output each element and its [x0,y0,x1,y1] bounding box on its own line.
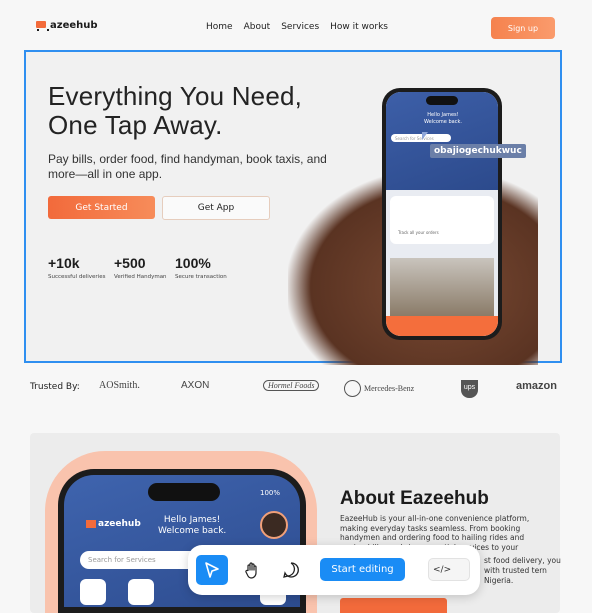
about-phone-logo: azeehub [86,519,141,529]
pointer-icon [205,562,219,578]
phone-greeting-title: Hello James! [427,112,459,118]
editor-toolbar: Start editing </> [188,545,480,595]
brand-hormel: Hormel Foods [263,380,320,391]
brand-mercedes-text: Mercedes-Benz [364,384,415,393]
phone-notch [426,96,458,105]
hero-title-line2: One Tap Away. [48,110,223,140]
nav-how-it-works[interactable]: How it works [330,22,388,32]
brand-mercedes: Mercedes-Benz [344,380,414,397]
service-tile-handyman [80,579,106,605]
phone-bottom-nav [386,316,498,336]
trusted-by-label: Trusted By: [30,382,80,392]
hero-section[interactable]: Everything You Need, One Tap Away. Pay b… [24,50,562,365]
stat-label: Secure transaction [175,274,227,280]
service-tile-delivery [128,579,154,605]
phone-track-text: Track all your orders [398,230,439,235]
hero-phone-mockup: Hello James! Welcome back. Search for Se… [382,88,502,340]
nav-about[interactable]: About [244,22,271,32]
phone-orders-card: Track all your orders [390,196,494,244]
stat-handyman: +500 Verified Handyman [114,255,167,280]
mercedes-star-icon [344,380,361,397]
brand-logo[interactable]: azeehub [34,18,98,32]
brand-axon: AXON [181,380,210,391]
phone-screen: Hello James! Welcome back. Search for Se… [386,92,498,336]
navbar: azeehub Home About Services How it works… [0,0,592,52]
hero-title-line1: Everything You Need, [48,81,303,111]
phone-greeting: Hello James! Welcome back. [424,112,462,126]
nav-links: Home About Services How it works [206,22,388,32]
about-greeting-sub: Welcome back. [158,526,227,536]
about-phone-logo-text: azeehub [98,519,141,529]
phone-delivery-photo [390,258,494,316]
get-app-button[interactable]: Get App [162,196,270,220]
nav-home[interactable]: Home [206,22,233,32]
hand-icon [245,562,257,579]
stat-value: +500 [114,255,146,271]
nav-services[interactable]: Services [281,22,319,32]
about-title: About Eazeehub [340,488,489,509]
stat-value: 100% [175,255,211,271]
hero-title: Everything You Need, One Tap Away. [48,82,302,140]
hand-tool-button[interactable] [243,561,259,579]
get-started-button[interactable]: Get Started [48,196,155,219]
signup-button[interactable]: Sign up [491,17,555,39]
cart-logo-icon [34,18,49,32]
about-cart-icon [86,520,96,528]
brand-aosmith: AOSmith. [99,380,140,391]
code-icon: </> [433,564,452,575]
code-view-button[interactable]: </> [428,558,470,581]
cursor-pointer-icon [422,132,428,140]
about-cta-button[interactable] [340,598,447,613]
phone-greeting-sub: Welcome back. [424,119,462,125]
logo-text: azeehub [50,19,98,31]
select-tool-button[interactable] [196,555,228,585]
brand-ups: ups [461,380,478,398]
collaborator-tag: obajiogechukwuc [430,144,526,158]
stat-secure: 100% Secure transaction [175,255,227,280]
about-phone-notch [148,483,220,501]
about-description-continued: st food delivery, you with trusted tern … [484,556,561,585]
stat-deliveries: +10k Successful deliveries [48,255,105,280]
comment-icon [283,562,299,578]
about-phone-greeting: Hello James! Welcome back. [158,515,226,537]
avatar [260,511,288,539]
about-greeting-title: Hello James! [163,515,221,525]
stat-label: Verified Handyman [114,274,167,280]
stat-label: Successful deliveries [48,274,106,280]
stat-value: +10k [48,255,80,271]
brand-amazon: amazon [516,380,557,392]
phone-search-input: Search for Services [391,134,451,142]
start-editing-button[interactable]: Start editing [320,558,405,581]
battery-indicator: 100% [259,489,280,497]
comment-tool-button[interactable] [282,561,299,578]
